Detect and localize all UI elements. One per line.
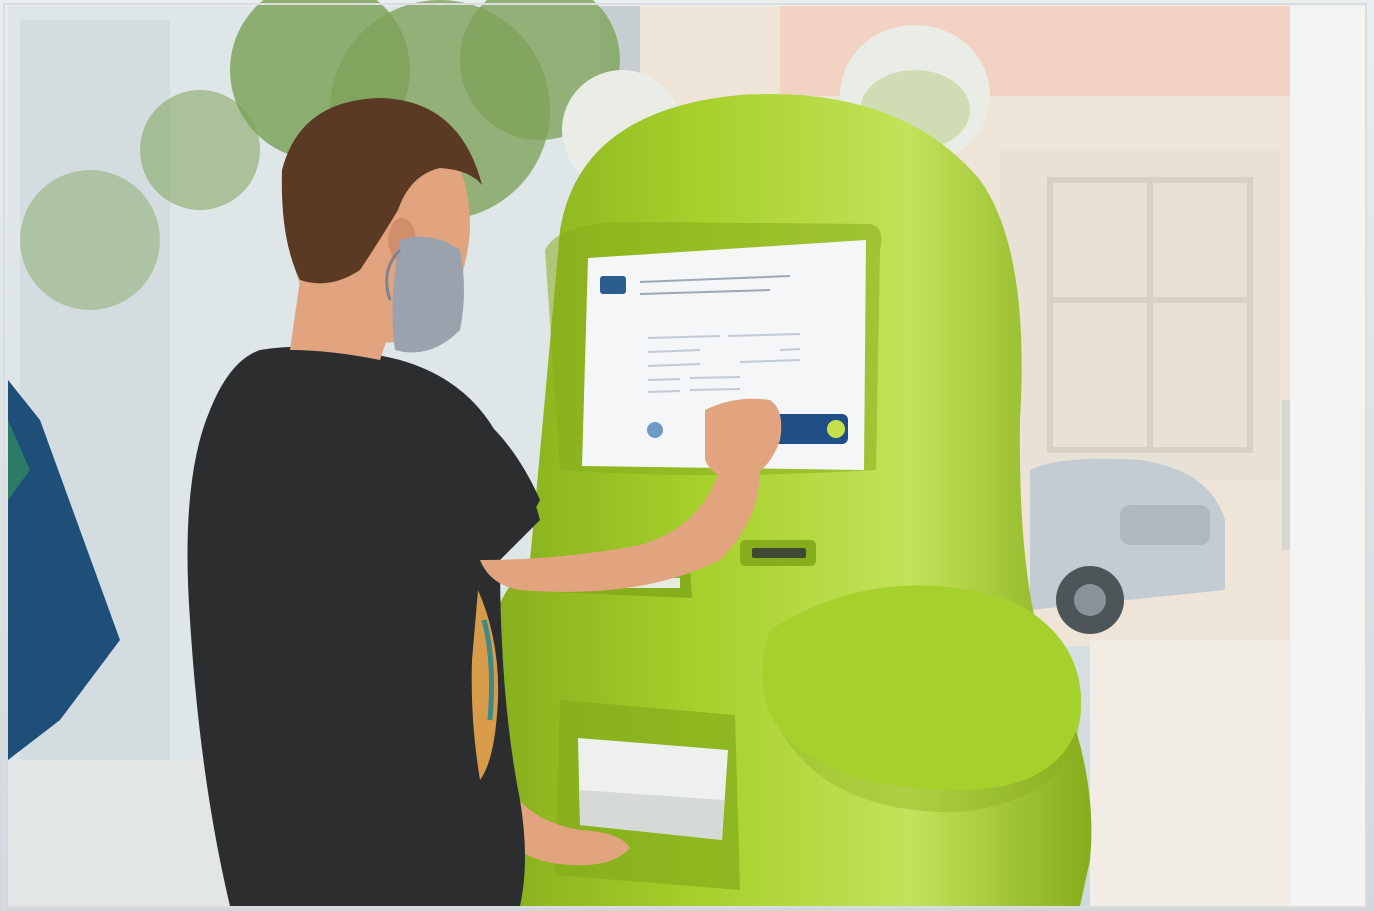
- screen-round-icon: [647, 422, 663, 438]
- card-slot: [740, 540, 816, 566]
- sidewalk: [1090, 640, 1300, 906]
- photo: [0, 0, 1374, 911]
- door-frame: [1290, 6, 1366, 906]
- logo-icon: [600, 276, 626, 294]
- face-mask: [392, 236, 464, 353]
